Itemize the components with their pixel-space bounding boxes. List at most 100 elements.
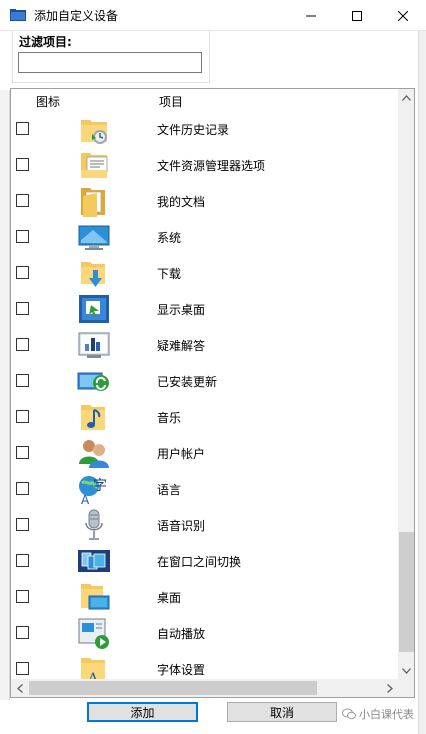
background-window-edge-left [0, 90, 10, 700]
list-item[interactable]: 文件资源管理器选项 [11, 147, 397, 183]
scroll-left-button[interactable] [11, 679, 28, 697]
item-checkbox[interactable] [16, 662, 29, 675]
list-header: 图标 项目 [11, 89, 397, 111]
window-controls [288, 0, 426, 31]
list-item[interactable]: 语音识别 [11, 507, 397, 543]
item-label: 疑难解答 [157, 339, 206, 353]
title-bar: 添加自定义设备 [0, 0, 426, 31]
column-header-icon[interactable]: 图标 [36, 93, 60, 110]
item-checkbox[interactable] [16, 410, 29, 423]
minimize-button[interactable] [288, 0, 334, 31]
scroll-right-button[interactable] [381, 679, 398, 697]
list-item[interactable]: 用户帐户 [11, 435, 397, 471]
list-item[interactable]: 下载 [11, 255, 397, 291]
list-item[interactable]: 疑难解答 [11, 327, 397, 363]
item-checkbox[interactable] [16, 446, 29, 459]
item-checkbox[interactable] [16, 302, 29, 315]
filter-input[interactable] [18, 52, 202, 73]
item-label: 在窗口之间切换 [157, 555, 242, 569]
item-checkbox[interactable] [16, 338, 29, 351]
cancel-button[interactable]: 取消 [227, 702, 337, 722]
item-checkbox[interactable] [16, 230, 29, 243]
horizontal-scrollbar[interactable] [11, 679, 398, 697]
item-checkbox[interactable] [16, 122, 29, 135]
item-label: 语言 [157, 483, 182, 497]
item-label: 文件历史记录 [157, 123, 230, 137]
item-checkbox[interactable] [16, 194, 29, 207]
background-window-edge [418, 31, 426, 734]
item-checkbox[interactable] [16, 554, 29, 567]
watermark: 小白课代表 [342, 706, 414, 722]
show-desktop-icon [79, 295, 109, 323]
scroll-down-button[interactable] [398, 662, 414, 679]
wechat-icon [342, 708, 356, 720]
speech-recognition-icon [85, 509, 103, 540]
list-item[interactable]: 字 A 语言 [11, 471, 397, 507]
music-icon [81, 405, 105, 430]
filter-group: 过滤项目: [12, 31, 210, 83]
autoplay-icon [78, 618, 109, 649]
system-icon [78, 225, 110, 250]
documents-icon [81, 188, 105, 217]
list-item[interactable]: 系统 [11, 219, 397, 255]
scrollbar-corner [398, 679, 414, 697]
explorer-options-icon [81, 153, 108, 178]
horizontal-scroll-thumb[interactable] [29, 681, 317, 695]
item-label: 系统 [157, 231, 182, 245]
list-item[interactable]: 文件历史记录 [11, 111, 397, 147]
user-accounts-icon [79, 440, 109, 468]
item-label: 用户帐户 [157, 447, 206, 461]
items-listview[interactable]: 图标 项目 文件历史记录 文件资源管理器选项 我的文档 系统 下载 显示桌面 疑… [10, 88, 415, 698]
item-label: 桌面 [157, 591, 182, 605]
item-checkbox[interactable] [16, 482, 29, 495]
item-label: 显示桌面 [157, 303, 206, 317]
file-history-icon [81, 120, 107, 144]
close-button[interactable] [380, 0, 426, 31]
scroll-up-button[interactable] [398, 89, 414, 106]
troubleshoot-icon [78, 332, 110, 358]
item-label: 语音识别 [157, 519, 206, 533]
item-checkbox[interactable] [16, 518, 29, 531]
item-label: 字体设置 [157, 663, 206, 677]
minimize-icon [306, 15, 316, 16]
watermark-text: 小白课代表 [359, 708, 414, 721]
window-title: 添加自定义设备 [34, 8, 119, 23]
close-icon [398, 10, 408, 21]
list-item[interactable]: 音乐 [11, 399, 397, 435]
desktop-icon [81, 584, 110, 610]
maximize-icon [352, 10, 362, 21]
list-item[interactable]: 我的文档 [11, 183, 397, 219]
item-checkbox[interactable] [16, 266, 29, 279]
svg-text:字: 字 [93, 478, 107, 494]
chevron-left-icon [16, 683, 23, 693]
chevron-up-icon [402, 94, 411, 101]
filter-label: 过滤项目: [19, 33, 72, 50]
item-checkbox[interactable] [16, 590, 29, 603]
list-item[interactable]: 在窗口之间切换 [11, 543, 397, 579]
column-header-item[interactable]: 项目 [159, 93, 183, 110]
vertical-scroll-thumb[interactable] [399, 532, 414, 652]
item-checkbox[interactable] [16, 158, 29, 171]
switch-windows-icon [78, 550, 110, 572]
item-checkbox[interactable] [16, 374, 29, 387]
chevron-right-icon [386, 683, 393, 693]
item-label: 我的文档 [157, 195, 206, 209]
list-item[interactable]: 已安装更新 [11, 363, 397, 399]
list-item[interactable]: 显示桌面 [11, 291, 397, 327]
downloads-icon [81, 262, 105, 287]
item-checkbox[interactable] [16, 626, 29, 639]
item-label: 文件资源管理器选项 [157, 159, 266, 173]
list-item[interactable]: 自动播放 [11, 615, 397, 651]
list-item[interactable]: 桌面 [11, 579, 397, 615]
item-label: 音乐 [157, 411, 182, 425]
svg-text:A: A [81, 493, 90, 506]
item-label: 下载 [157, 267, 182, 281]
add-button[interactable]: 添加 [87, 702, 198, 722]
chevron-down-icon [402, 667, 411, 674]
maximize-button[interactable] [334, 0, 380, 31]
folder-window-icon [10, 9, 26, 21]
vertical-scrollbar[interactable] [398, 89, 414, 679]
item-label: 已安装更新 [157, 375, 218, 389]
item-label: 自动播放 [157, 627, 206, 641]
language-icon: 字 A [79, 476, 107, 506]
